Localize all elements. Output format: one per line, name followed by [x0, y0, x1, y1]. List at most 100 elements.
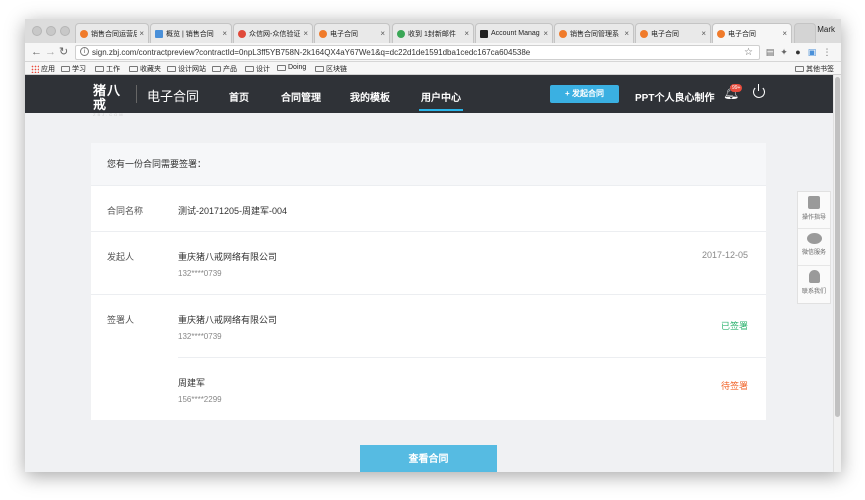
- zbj-favicon-icon: [319, 29, 327, 38]
- nav-contract-management[interactable]: 合同管理: [281, 89, 321, 104]
- ppt-link[interactable]: PPT个人良心制作: [635, 89, 714, 104]
- browser-tab[interactable]: Account Manag ×: [475, 23, 553, 43]
- contact-icon: [808, 270, 820, 283]
- browser-tab[interactable]: 概览 | 销售合同 ×: [150, 23, 232, 43]
- bookmark-star-icon[interactable]: ☆: [744, 46, 753, 59]
- wechat-icon: [806, 233, 822, 244]
- close-tab-icon[interactable]: ×: [380, 29, 385, 38]
- notification-badge: 99+: [730, 84, 743, 92]
- bookmark-folder[interactable]: 工作: [95, 64, 120, 74]
- forward-arrow-icon[interactable]: →: [45, 46, 56, 58]
- bookmark-folder[interactable]: 收藏夹: [129, 64, 161, 74]
- signer-label: 签署人: [107, 315, 135, 325]
- url-text: sign.zbj.com/contractpreview?contractId=…: [92, 48, 531, 57]
- nav-my-templates[interactable]: 我的模板: [350, 89, 390, 104]
- folder-icon: [129, 66, 138, 72]
- signer-row: 周建军 156****2299 待签署: [178, 357, 766, 420]
- close-tab-icon[interactable]: ×: [701, 29, 706, 38]
- zbj-logo[interactable]: 猪八戒 ZBJ.COM: [93, 84, 131, 118]
- start-contract-button[interactable]: + 发起合同: [550, 85, 619, 103]
- bookmark-folder[interactable]: 区块链: [315, 64, 347, 74]
- menu-dots-icon[interactable]: ⋮: [822, 47, 832, 57]
- browser-tab[interactable]: 电子合同 ×: [635, 23, 711, 43]
- close-tab-icon[interactable]: ×: [303, 29, 308, 38]
- close-tab-icon[interactable]: ×: [782, 29, 787, 38]
- back-arrow-icon[interactable]: ←: [31, 46, 42, 58]
- browser-window: 销售合同运营后 × 概览 | 销售合同 × 众信网-众信验证 × 电子合同 × 收到 1…: [25, 19, 841, 472]
- close-tab-icon[interactable]: ×: [543, 29, 548, 38]
- contract-card: 您有一份合同需要签署： 合同名称 测试-20171205-周建军-004 发起人…: [91, 143, 766, 420]
- zbj-favicon-icon: [559, 29, 567, 38]
- signer-row: 签署人 重庆猪八戒网络有限公司 132****0739 已签署: [91, 294, 766, 357]
- other-bookmarks[interactable]: 其他书签: [795, 64, 834, 74]
- account-favicon-icon: [480, 29, 488, 38]
- extension-icon[interactable]: ✦: [779, 47, 789, 57]
- contract-name-row: 合同名称 测试-20171205-周建军-004: [91, 185, 766, 231]
- browser-tab[interactable]: 收到 1封新邮件 ×: [392, 23, 474, 43]
- side-guide[interactable]: 操作指导: [798, 192, 830, 229]
- nav-home[interactable]: 首页: [229, 89, 249, 104]
- folder-icon: [315, 66, 324, 72]
- site-name: 电子合同: [147, 89, 200, 104]
- signer-phone: 132****0739: [178, 332, 222, 341]
- browser-tab[interactable]: 众信网-众信验证 ×: [233, 23, 313, 43]
- initiator-label: 发起人: [107, 252, 135, 262]
- browser-tab[interactable]: 销售合同运营后 ×: [75, 23, 149, 43]
- logo-divider: [136, 85, 137, 103]
- new-tab-button[interactable]: [794, 23, 816, 43]
- folder-icon: [277, 64, 286, 71]
- extension-icon[interactable]: ▤: [765, 47, 775, 57]
- initiator-row: 发起人 重庆猪八戒网络有限公司 132****0739 2017-12-05: [91, 231, 766, 294]
- browser-tab[interactable]: 销售合同管理系 ×: [554, 23, 634, 43]
- extension-icon[interactable]: ▣: [807, 47, 817, 57]
- bookmarks-bar: 应用 学习 工作 收藏夹 设计网站 产品 设计 Doing 区块链 其他书签: [25, 62, 841, 75]
- close-tab-icon[interactable]: ×: [624, 29, 629, 38]
- tab-strip: 销售合同运营后 × 概览 | 销售合同 × 众信网-众信验证 × 电子合同 × 收到 1…: [25, 19, 841, 43]
- folder-icon: [212, 66, 221, 72]
- contract-name-label: 合同名称: [107, 206, 144, 216]
- info-icon[interactable]: i: [80, 47, 89, 56]
- close-tab-icon[interactable]: ×: [464, 29, 469, 38]
- side-contact[interactable]: 联系我们: [798, 266, 830, 303]
- bookmark-folder[interactable]: 设计网站: [167, 64, 206, 74]
- signer-phone: 156****2299: [178, 395, 222, 404]
- contract-name-value: 测试-20171205-周建军-004: [178, 206, 288, 216]
- folder-icon: [95, 66, 104, 72]
- maximize-window-dot[interactable]: [60, 26, 70, 36]
- nav-user-center[interactable]: 用户中心: [419, 89, 463, 111]
- scrollbar-thumb[interactable]: [835, 77, 840, 417]
- bookmark-folder[interactable]: 学习: [61, 64, 86, 74]
- minimize-window-dot[interactable]: [46, 26, 56, 36]
- close-window-dot[interactable]: [32, 26, 42, 36]
- bookmark-apps[interactable]: 应用: [31, 64, 55, 74]
- extension-circle-icon[interactable]: ●: [793, 47, 803, 57]
- initiator-phone: 132****0739: [178, 269, 222, 278]
- initiator-date: 2017-12-05: [701, 250, 748, 260]
- close-tab-icon[interactable]: ×: [139, 29, 144, 38]
- signer-name: 重庆猪八戒网络有限公司: [178, 315, 278, 325]
- site-favicon-icon: [238, 29, 246, 38]
- side-panel: 操作指导 微信服务 联系我们: [797, 191, 831, 304]
- browser-tab-active[interactable]: 电子合同 ×: [712, 23, 792, 43]
- bookmark-folder[interactable]: 设计: [245, 64, 270, 74]
- close-tab-icon[interactable]: ×: [222, 29, 227, 38]
- page-scrollbar[interactable]: [833, 75, 841, 472]
- side-wechat[interactable]: 微信服务: [798, 229, 830, 266]
- power-icon[interactable]: [753, 84, 765, 98]
- folder-icon: [795, 66, 804, 72]
- site-header: 猪八戒 ZBJ.COM 电子合同 首页 合同管理 我的模板 用户中心 + 发起合…: [25, 75, 841, 117]
- profile-name[interactable]: Mark: [817, 25, 835, 34]
- zbj-favicon-icon: [640, 29, 648, 38]
- reload-icon[interactable]: ↻: [59, 46, 68, 58]
- bookmark-folder[interactable]: Doing: [277, 64, 306, 71]
- zbj-favicon-icon: [717, 29, 725, 38]
- url-input[interactable]: i sign.zbj.com/contractpreview?contractI…: [75, 45, 760, 60]
- mail-favicon-icon: [397, 29, 405, 38]
- signed-status: 已签署: [720, 321, 748, 331]
- folder-icon: [167, 66, 176, 72]
- folder-icon: [61, 66, 70, 72]
- browser-tab[interactable]: 电子合同 ×: [314, 23, 390, 43]
- view-contract-button[interactable]: 查看合同: [360, 445, 497, 472]
- zbj-favicon-icon: [80, 29, 88, 38]
- bookmark-folder[interactable]: 产品: [212, 64, 237, 74]
